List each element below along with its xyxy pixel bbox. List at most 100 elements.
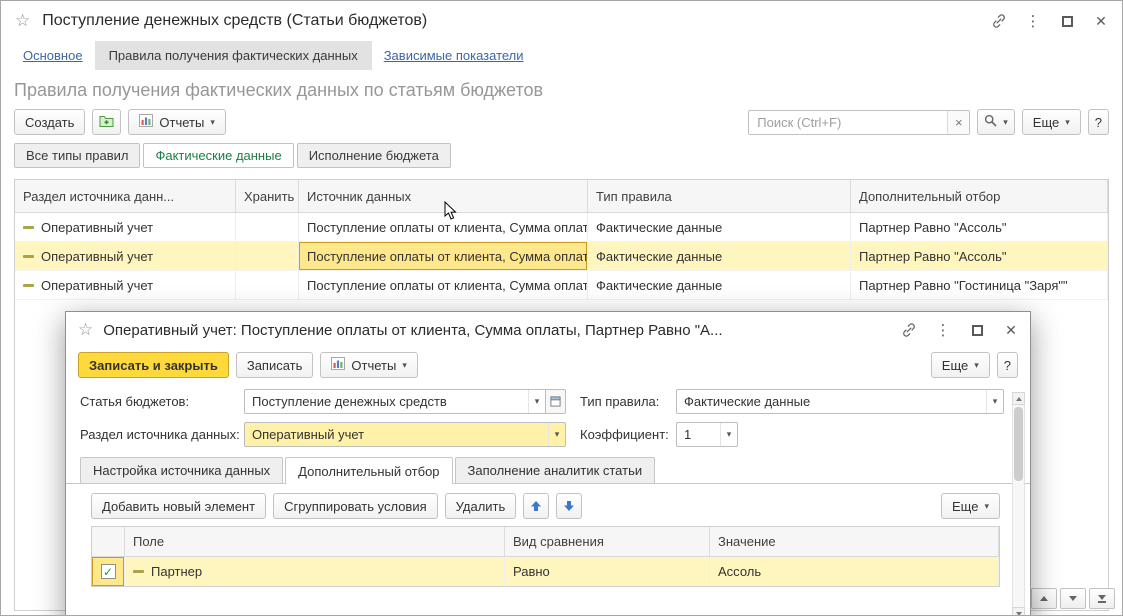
filter-table: Поле Вид сравнения Значение Партнер Равн… [91, 526, 1000, 587]
move-up-button[interactable] [523, 493, 549, 519]
dropdown-caret-icon: ▾ [402, 360, 407, 371]
dropdown-caret-icon[interactable]: ▾ [720, 423, 737, 446]
chart-icon [331, 357, 345, 373]
scroll-to-end-button[interactable] [1089, 588, 1115, 609]
filter-tab-actual-data[interactable]: Фактические данные [143, 143, 293, 168]
group-conditions-button[interactable]: Сгруппировать условия [273, 493, 438, 519]
chevron-up-icon [1040, 596, 1048, 601]
favorite-star-icon[interactable]: ☆ [78, 320, 93, 340]
scroll-down-button[interactable] [1060, 588, 1086, 609]
dialog-more-button[interactable]: Еще ▾ [931, 352, 990, 378]
move-down-button[interactable] [556, 493, 582, 519]
maximize-icon[interactable] [1058, 12, 1076, 30]
filter-more-button[interactable]: Еще ▾ [941, 493, 1000, 519]
nav-tab-main[interactable]: Основное [23, 41, 83, 70]
source-section-field[interactable]: Оперативный учет ▾ [244, 422, 566, 447]
end-bar-icon [1098, 601, 1106, 603]
dropdown-caret-icon: ▾ [974, 360, 979, 371]
dropdown-caret-icon[interactable]: ▾ [528, 390, 545, 413]
focused-cell[interactable] [92, 557, 125, 586]
column-header-section[interactable]: Раздел источника данн... [15, 180, 236, 212]
search-button[interactable]: ▾ [977, 109, 1015, 135]
dialog-scrollbar[interactable] [1012, 392, 1025, 616]
more-button[interactable]: Еще ▾ [1022, 109, 1081, 135]
window-title: Поступление денежных средств (Статьи бюд… [42, 12, 427, 30]
tab-extra-filter[interactable]: Дополнительный отбор [285, 457, 452, 484]
coefficient-label: Коэффициент: [580, 427, 676, 442]
scroll-up-button[interactable] [1031, 588, 1057, 609]
rule-type-filter: Все типы правил Фактические данные Испол… [1, 143, 1122, 176]
filter-toolbar: Добавить новый элемент Сгруппировать усл… [66, 484, 1030, 526]
nav-tab-dependent[interactable]: Зависимые показатели [384, 41, 524, 70]
filter-table-row[interactable]: Партнер Равно Ассоль [92, 557, 999, 586]
nav-tab-actual-rules[interactable]: Правила получения фактических данных [95, 41, 372, 70]
list-toolbar: Создать Отчеты ▾ × ▾ Еще ▾ ? [1, 107, 1122, 143]
focused-cell[interactable]: Поступление оплаты от клиента, Сумма опл… [299, 242, 588, 270]
column-header-source[interactable]: Источник данных [299, 180, 588, 212]
scrollbar-track[interactable] [1012, 405, 1025, 607]
save-button[interactable]: Записать [236, 352, 314, 378]
scrollbar-up-button[interactable] [1012, 392, 1025, 405]
column-header-field[interactable]: Поле [125, 527, 505, 556]
row-checkbox-checked[interactable] [101, 564, 116, 579]
table-row[interactable]: Оперативный учет Поступление оплаты от к… [15, 271, 1108, 300]
maximize-icon[interactable] [968, 321, 986, 339]
budget-item-label: Статья бюджетов: [80, 394, 244, 409]
nav-tabs: Основное Правила получения фактических д… [1, 41, 1122, 70]
column-header-store[interactable]: Хранить [236, 180, 299, 212]
close-icon[interactable]: ✕ [1002, 321, 1020, 339]
table-row[interactable]: Оперативный учет Поступление оплаты от к… [15, 213, 1108, 242]
create-button[interactable]: Создать [14, 109, 85, 135]
chevron-up-icon [1016, 397, 1022, 401]
window-menu-icon[interactable]: ⋮ [934, 321, 952, 339]
dialog-help-button[interactable]: ? [997, 352, 1018, 378]
help-button[interactable]: ? [1088, 109, 1109, 135]
favorite-star-icon[interactable]: ☆ [15, 11, 30, 31]
column-header-comparison[interactable]: Вид сравнения [505, 527, 710, 556]
filter-tab-budget-execution[interactable]: Исполнение бюджета [297, 143, 451, 168]
delete-button[interactable]: Удалить [445, 493, 517, 519]
get-link-icon[interactable] [900, 321, 918, 339]
column-header-checkbox[interactable] [92, 527, 125, 556]
reports-button[interactable]: Отчеты ▾ [128, 109, 225, 135]
clear-search-button[interactable]: × [947, 111, 969, 134]
dropdown-caret-icon[interactable]: ▾ [986, 390, 1003, 413]
coefficient-field[interactable]: 1 ▾ [676, 422, 738, 447]
app-window: ☆ Поступление денежных средств (Статьи б… [0, 0, 1123, 616]
list-item-icon [133, 568, 144, 575]
scrollbar-down-button[interactable] [1012, 607, 1025, 616]
scrollbar-thumb[interactable] [1014, 407, 1023, 481]
list-item-icon [23, 253, 34, 260]
column-header-extra-filter[interactable]: Дополнительный отбор [851, 180, 1108, 212]
chevron-down-icon [1016, 612, 1022, 616]
table-header: Раздел источника данн... Хранить Источни… [15, 180, 1108, 213]
window-controls: ⋮ ✕ [990, 12, 1110, 30]
chevron-down-icon [1098, 595, 1106, 600]
rule-type-field[interactable]: Фактические данные ▾ [676, 389, 1004, 414]
column-header-value[interactable]: Значение [710, 527, 999, 556]
add-element-button[interactable]: Добавить новый элемент [91, 493, 266, 519]
dropdown-caret-icon: ▾ [210, 117, 215, 128]
window-menu-icon[interactable]: ⋮ [1024, 12, 1042, 30]
dialog-titlebar: ☆ Оперативный учет: Поступление оплаты о… [66, 312, 1030, 348]
tab-source-settings[interactable]: Настройка источника данных [80, 457, 283, 483]
get-link-icon[interactable] [990, 12, 1008, 30]
dialog-reports-button[interactable]: Отчеты ▾ [320, 352, 417, 378]
dropdown-caret-icon[interactable]: ▾ [548, 423, 565, 446]
close-icon[interactable]: ✕ [1092, 12, 1110, 30]
save-and-close-button[interactable]: Записать и закрыть [78, 352, 229, 378]
open-value-icon[interactable] [545, 390, 565, 413]
search-input[interactable] [749, 111, 947, 134]
arrow-up-icon [530, 500, 542, 512]
table-row-selected[interactable]: Оперативный учет Поступление оплаты от к… [15, 242, 1108, 271]
filter-tab-all-rules[interactable]: Все типы правил [14, 143, 140, 168]
budget-item-field[interactable]: Поступление денежных средств ▾ [244, 389, 566, 414]
dialog-form: Статья бюджетов: Поступление денежных ср… [66, 387, 1030, 447]
arrow-down-icon [563, 500, 575, 512]
dialog-tabs: Настройка источника данных Дополнительны… [66, 455, 1030, 484]
folder-plus-icon [99, 114, 114, 130]
column-header-rule-type[interactable]: Тип правила [588, 180, 851, 212]
tab-analytics-fill[interactable]: Заполнение аналитик статьи [455, 457, 656, 483]
create-group-button[interactable] [92, 109, 121, 135]
list-item-icon [23, 282, 34, 289]
